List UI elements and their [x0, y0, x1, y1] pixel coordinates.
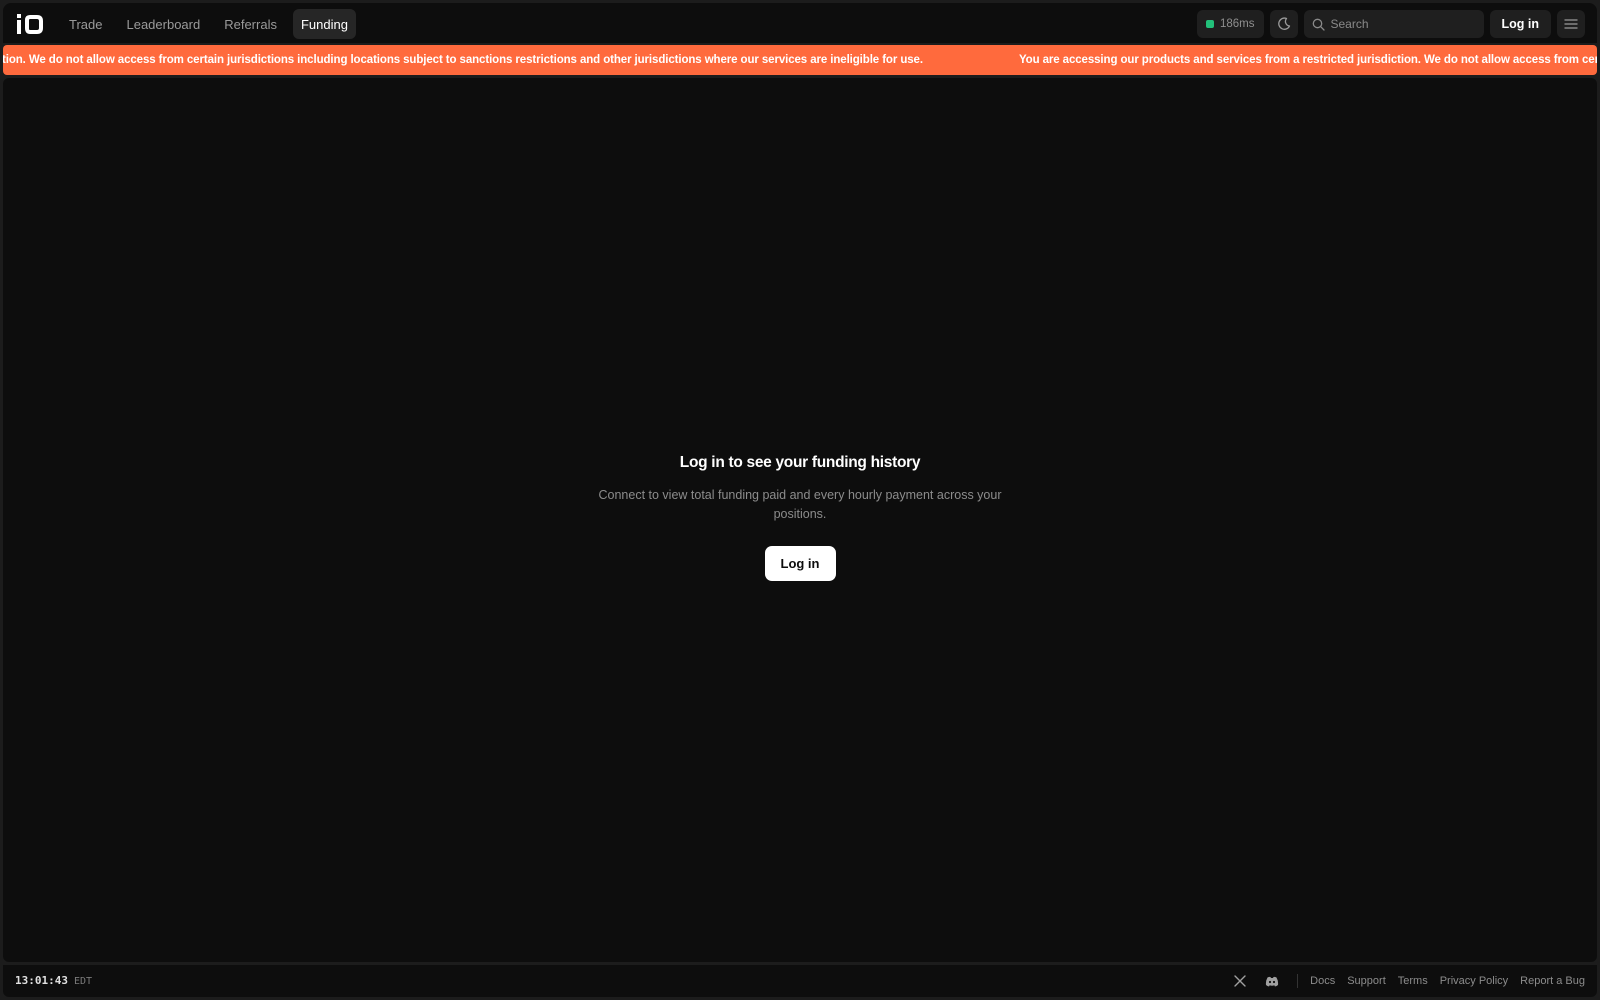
menu-button[interactable]: [1557, 10, 1585, 38]
clock-time: 13:01:43: [15, 974, 68, 987]
nav-item-trade[interactable]: Trade: [61, 9, 110, 39]
moon-icon: [1277, 17, 1290, 30]
latency-value: 186ms: [1219, 18, 1255, 30]
footer-link-support[interactable]: Support: [1347, 975, 1386, 987]
clock: 13:01:43 EDT: [15, 974, 92, 987]
login-empty-state: Log in to see your funding history Conne…: [3, 454, 1597, 581]
nav-item-funding[interactable]: Funding: [292, 9, 356, 39]
main-nav: Trade Leaderboard Referrals Funding: [61, 9, 364, 39]
discord-link[interactable]: [1261, 971, 1283, 991]
app-frame: Trade Leaderboard Referrals Funding 186m…: [0, 0, 1600, 1000]
footer-links: Docs Support Terms Privacy Policy Report…: [1219, 971, 1585, 991]
footer-link-privacy-policy[interactable]: Privacy Policy: [1440, 975, 1508, 987]
header-login-button[interactable]: Log in: [1489, 10, 1551, 38]
discord-icon: [1266, 976, 1279, 986]
login-button[interactable]: Log in: [764, 546, 836, 581]
banner-text-start: tion. We do not allow access from certai…: [3, 54, 923, 66]
hamburger-icon: [1564, 19, 1578, 29]
banner-text-message: You are accessing our products and servi…: [1018, 54, 1597, 66]
nav-item-referrals[interactable]: Referrals: [216, 9, 285, 39]
banner-marquee: tion. We do not allow access from certai…: [3, 45, 1597, 75]
nav-item-label: Leaderboard: [126, 16, 201, 32]
search-input[interactable]: [1330, 17, 1471, 31]
nav-item-label: Trade: [69, 16, 103, 32]
x-link[interactable]: [1229, 971, 1251, 991]
top-navigation-bar: Trade Leaderboard Referrals Funding 186m…: [3, 3, 1597, 43]
latency-indicator[interactable]: 186ms: [1196, 10, 1264, 38]
empty-state-title: Log in to see your funding history: [679, 454, 921, 471]
nav-item-label: Referrals: [224, 16, 277, 32]
footer-divider: [1297, 974, 1299, 988]
funding-main-panel: Log in to see your funding history Conne…: [3, 78, 1597, 962]
nav-item-leaderboard[interactable]: Leaderboard: [118, 9, 208, 39]
search-icon: [1312, 18, 1325, 31]
footer-bar: 13:01:43 EDT Docs Support Terms Privacy …: [3, 965, 1597, 997]
empty-state-description: Connect to view total funding paid and e…: [598, 488, 1002, 521]
theme-toggle-button[interactable]: [1269, 10, 1298, 38]
x-icon: [1234, 975, 1246, 987]
io-logo-icon: [17, 14, 43, 34]
clock-timezone: EDT: [73, 976, 93, 987]
status-dot-icon: [1205, 20, 1214, 28]
header-actions: 186ms Log in: [1196, 10, 1585, 38]
search-box[interactable]: [1303, 10, 1484, 38]
footer-link-report-bug[interactable]: Report a Bug: [1520, 975, 1585, 987]
restricted-jurisdiction-banner: tion. We do not allow access from certai…: [3, 45, 1597, 75]
footer-link-docs[interactable]: Docs: [1310, 975, 1335, 987]
io-logo[interactable]: [16, 11, 46, 37]
nav-item-label: Funding: [300, 16, 348, 32]
footer-link-terms[interactable]: Terms: [1398, 975, 1428, 987]
